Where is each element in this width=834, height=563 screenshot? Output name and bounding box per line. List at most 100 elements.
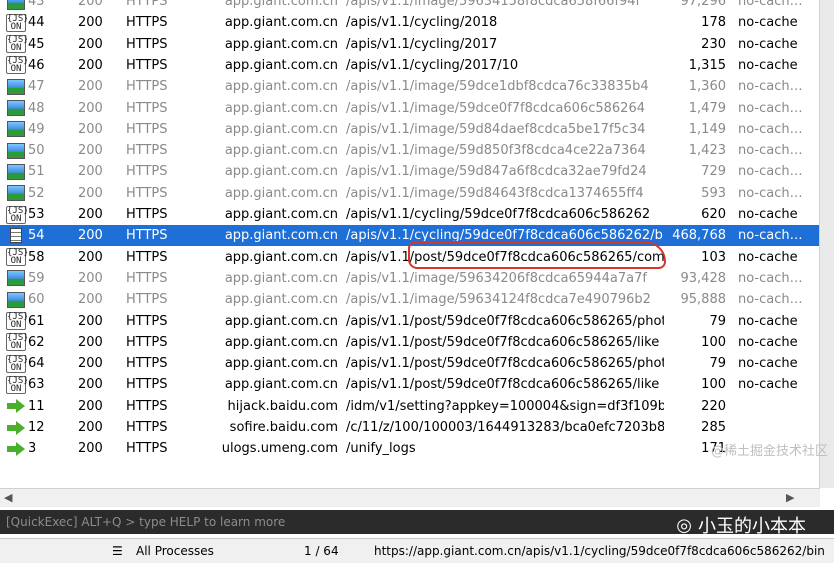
session-number: 51 bbox=[28, 164, 45, 180]
horizontal-scrollbar[interactable]: ◀ ▶ bbox=[0, 488, 820, 507]
table-row[interactable]: 47 200 HTTPS app.giant.com.cn/apis/v1.1/ima… bbox=[0, 76, 820, 97]
protocol: HTTPS bbox=[126, 377, 168, 393]
protocol: HTTPS bbox=[126, 334, 168, 350]
body-size: 468,768 bbox=[672, 228, 726, 244]
table-row[interactable]: {JS} ON 64 200 HTTPS app.giant.com.cn/apis/v1… bbox=[0, 353, 820, 374]
protocol: HTTPS bbox=[126, 0, 168, 9]
scroll-left-icon[interactable]: ◀ bbox=[4, 491, 12, 504]
table-row[interactable]: {JS} ON 45 200 HTTPS app.giant.com.cn/apis/v1… bbox=[0, 34, 820, 55]
session-number: 53 bbox=[28, 207, 45, 222]
host: app.giant.com.cn bbox=[224, 79, 338, 95]
table-row[interactable]: 50 200 HTTPS app.giant.com.cn/apis/v1.1/ima… bbox=[0, 140, 820, 161]
table-row[interactable]: 52 200 HTTPS app.giant.com.cn/apis/v1.1/ima… bbox=[0, 183, 820, 204]
table-row[interactable]: 60 200 HTTPS app.giant.com.cn/apis/v1.1/ima… bbox=[0, 289, 820, 310]
host: app.giant.com.cn bbox=[224, 377, 338, 393]
table-row[interactable]: {JS} ON 63 200 HTTPS app.giant.com.cn/apis/v1… bbox=[0, 374, 820, 395]
filter-icon[interactable]: ☰ bbox=[112, 539, 123, 563]
url: /idm/v1/setting?appkey=100004&sign=df3f1… bbox=[346, 398, 664, 414]
caching: no-cache bbox=[738, 36, 798, 52]
json-icon: {JS} ON bbox=[6, 333, 27, 352]
host: app.giant.com.cn bbox=[224, 121, 338, 137]
session-number: 49 bbox=[28, 121, 45, 137]
caching: no-cach… bbox=[738, 100, 803, 116]
host: app.giant.com.cn bbox=[224, 185, 338, 201]
url: /apis/v1.1/post/59dce0f7f8cdca606c586265… bbox=[346, 249, 664, 265]
table-row[interactable]: 48 200 HTTPS app.giant.com.cn/apis/v1.1/ima… bbox=[0, 98, 820, 119]
table-row[interactable]: 49 200 HTTPS app.giant.com.cn/apis/v1.1/ima… bbox=[0, 119, 820, 140]
protocol: HTTPS bbox=[126, 270, 168, 286]
body-size: 620 bbox=[701, 207, 726, 222]
protocol: HTTPS bbox=[126, 249, 168, 265]
body-size: 1,149 bbox=[688, 121, 726, 137]
result-code: 200 bbox=[78, 15, 103, 31]
table-row[interactable]: 12 200 HTTPS sofire.baidu.com/c/11/z/100/10… bbox=[0, 417, 820, 438]
caching: no-cache bbox=[738, 249, 798, 265]
table-row[interactable]: {JS} ON 62 200 HTTPS app.giant.com.cn/apis/v1… bbox=[0, 332, 820, 353]
url: /c/11/z/100/100003/1644913283/bca0efc720… bbox=[346, 420, 664, 435]
url: /unify_logs bbox=[346, 441, 416, 457]
url: /apis/v1.1/image/59634206f8cdca65944a7a7… bbox=[346, 270, 647, 286]
image-icon bbox=[7, 78, 25, 95]
table-row[interactable]: {JS} ON 58 200 HTTPS app.giant.com.cn/apis/v1… bbox=[0, 247, 820, 268]
table-row[interactable]: {JS} ON 61 200 HTTPS app.giant.com.cn/apis/v1… bbox=[0, 311, 820, 332]
url: /apis/v1.1/cycling/59dce0f7f8cdca606c586… bbox=[346, 228, 664, 244]
url: /apis/v1.1/image/59634124f8cdca7e490796b… bbox=[346, 292, 651, 308]
table-row[interactable]: 51 200 HTTPS app.giant.com.cn/apis/v1.1/ima… bbox=[0, 161, 820, 182]
process-filter[interactable]: All Processes bbox=[136, 539, 214, 563]
result-code: 200 bbox=[78, 292, 103, 308]
protocol: HTTPS bbox=[126, 143, 168, 159]
caching: no-cache bbox=[738, 377, 798, 393]
result-code: 200 bbox=[78, 57, 103, 73]
image-icon bbox=[7, 100, 25, 116]
result-code: 200 bbox=[78, 334, 103, 350]
table-row[interactable]: 54 200 HTTPS app.giant.com.cn/apis/v1.1/cyc… bbox=[0, 225, 820, 247]
caching: no-cache bbox=[738, 313, 798, 329]
vertical-scrollbar[interactable] bbox=[819, 0, 834, 488]
url: /apis/v1.1/post/59dce0f7f8cdca606c586265… bbox=[346, 313, 664, 329]
body-size: 95,888 bbox=[680, 292, 727, 308]
watermark: ◎ 小玉的小本本 bbox=[676, 512, 806, 538]
session-number: 50 bbox=[28, 143, 45, 159]
url: /apis/v1.1/cycling/2017/10 bbox=[346, 57, 519, 73]
session-number: 64 bbox=[28, 356, 45, 372]
url: /apis/v1.1/image/59dce0f7f8cdca606c58626… bbox=[346, 100, 645, 116]
image-icon bbox=[7, 270, 25, 287]
result-code: 200 bbox=[78, 143, 103, 159]
table-row[interactable]: 59 200 HTTPS app.giant.com.cn/apis/v1.1/ima… bbox=[0, 268, 820, 289]
arrow-icon bbox=[7, 420, 25, 435]
table-row[interactable]: {JS} ON 44 200 HTTPS app.giant.com.cn/apis/v1… bbox=[0, 12, 820, 33]
json-icon: {JS} ON bbox=[6, 35, 27, 54]
result-code: 200 bbox=[78, 313, 103, 329]
image-icon bbox=[7, 163, 25, 180]
caching: no-cach… bbox=[738, 121, 803, 137]
scroll-right-icon[interactable]: ▶ bbox=[786, 491, 794, 504]
table-row[interactable]: 43 200 HTTPS app.giant.com.cn/apis/v1.1/ima… bbox=[0, 0, 820, 12]
body-size: 93,428 bbox=[680, 270, 727, 286]
table-row[interactable]: {JS} ON 53 200 HTTPS app.giant.com.cn/apis/v1… bbox=[0, 204, 820, 225]
host: app.giant.com.cn bbox=[224, 100, 338, 116]
result-code: 200 bbox=[78, 121, 103, 137]
caching: no-cache bbox=[738, 356, 798, 372]
quickexec-text: [QuickExec] ALT+Q > type HELP to learn m… bbox=[6, 515, 286, 529]
protocol: HTTPS bbox=[126, 207, 168, 222]
protocol: HTTPS bbox=[126, 441, 168, 457]
arrow-icon bbox=[7, 399, 25, 414]
host: app.giant.com.cn bbox=[224, 36, 338, 52]
url: /apis/v1.1/image/59d847a6f8cdca32ae79fd2… bbox=[346, 164, 647, 180]
result-code: 200 bbox=[78, 79, 103, 95]
table-row[interactable]: 3 200 HTTPS ulogs.umeng.com/unify_logs 171 bbox=[0, 438, 820, 459]
caching: no-cache bbox=[738, 334, 798, 350]
session-number: 46 bbox=[28, 57, 45, 73]
caching: no-cach… bbox=[738, 292, 803, 308]
session-number: 43 bbox=[28, 0, 45, 9]
session-list[interactable]: 43 200 HTTPS app.giant.com.cn/apis/v1.1/ima… bbox=[0, 0, 820, 478]
body-size: 220 bbox=[701, 398, 726, 414]
table-row[interactable]: {JS} ON 46 200 HTTPS app.giant.com.cn/apis/v1… bbox=[0, 55, 820, 76]
host: app.giant.com.cn bbox=[224, 0, 338, 9]
session-number: 44 bbox=[28, 15, 45, 31]
table-row[interactable]: 11 200 HTTPS hijack.baidu.com/idm/v1/settin… bbox=[0, 396, 820, 417]
body-size: 178 bbox=[701, 15, 726, 31]
protocol: HTTPS bbox=[126, 57, 168, 73]
protocol: HTTPS bbox=[126, 164, 168, 180]
body-size: 97,296 bbox=[680, 0, 727, 9]
